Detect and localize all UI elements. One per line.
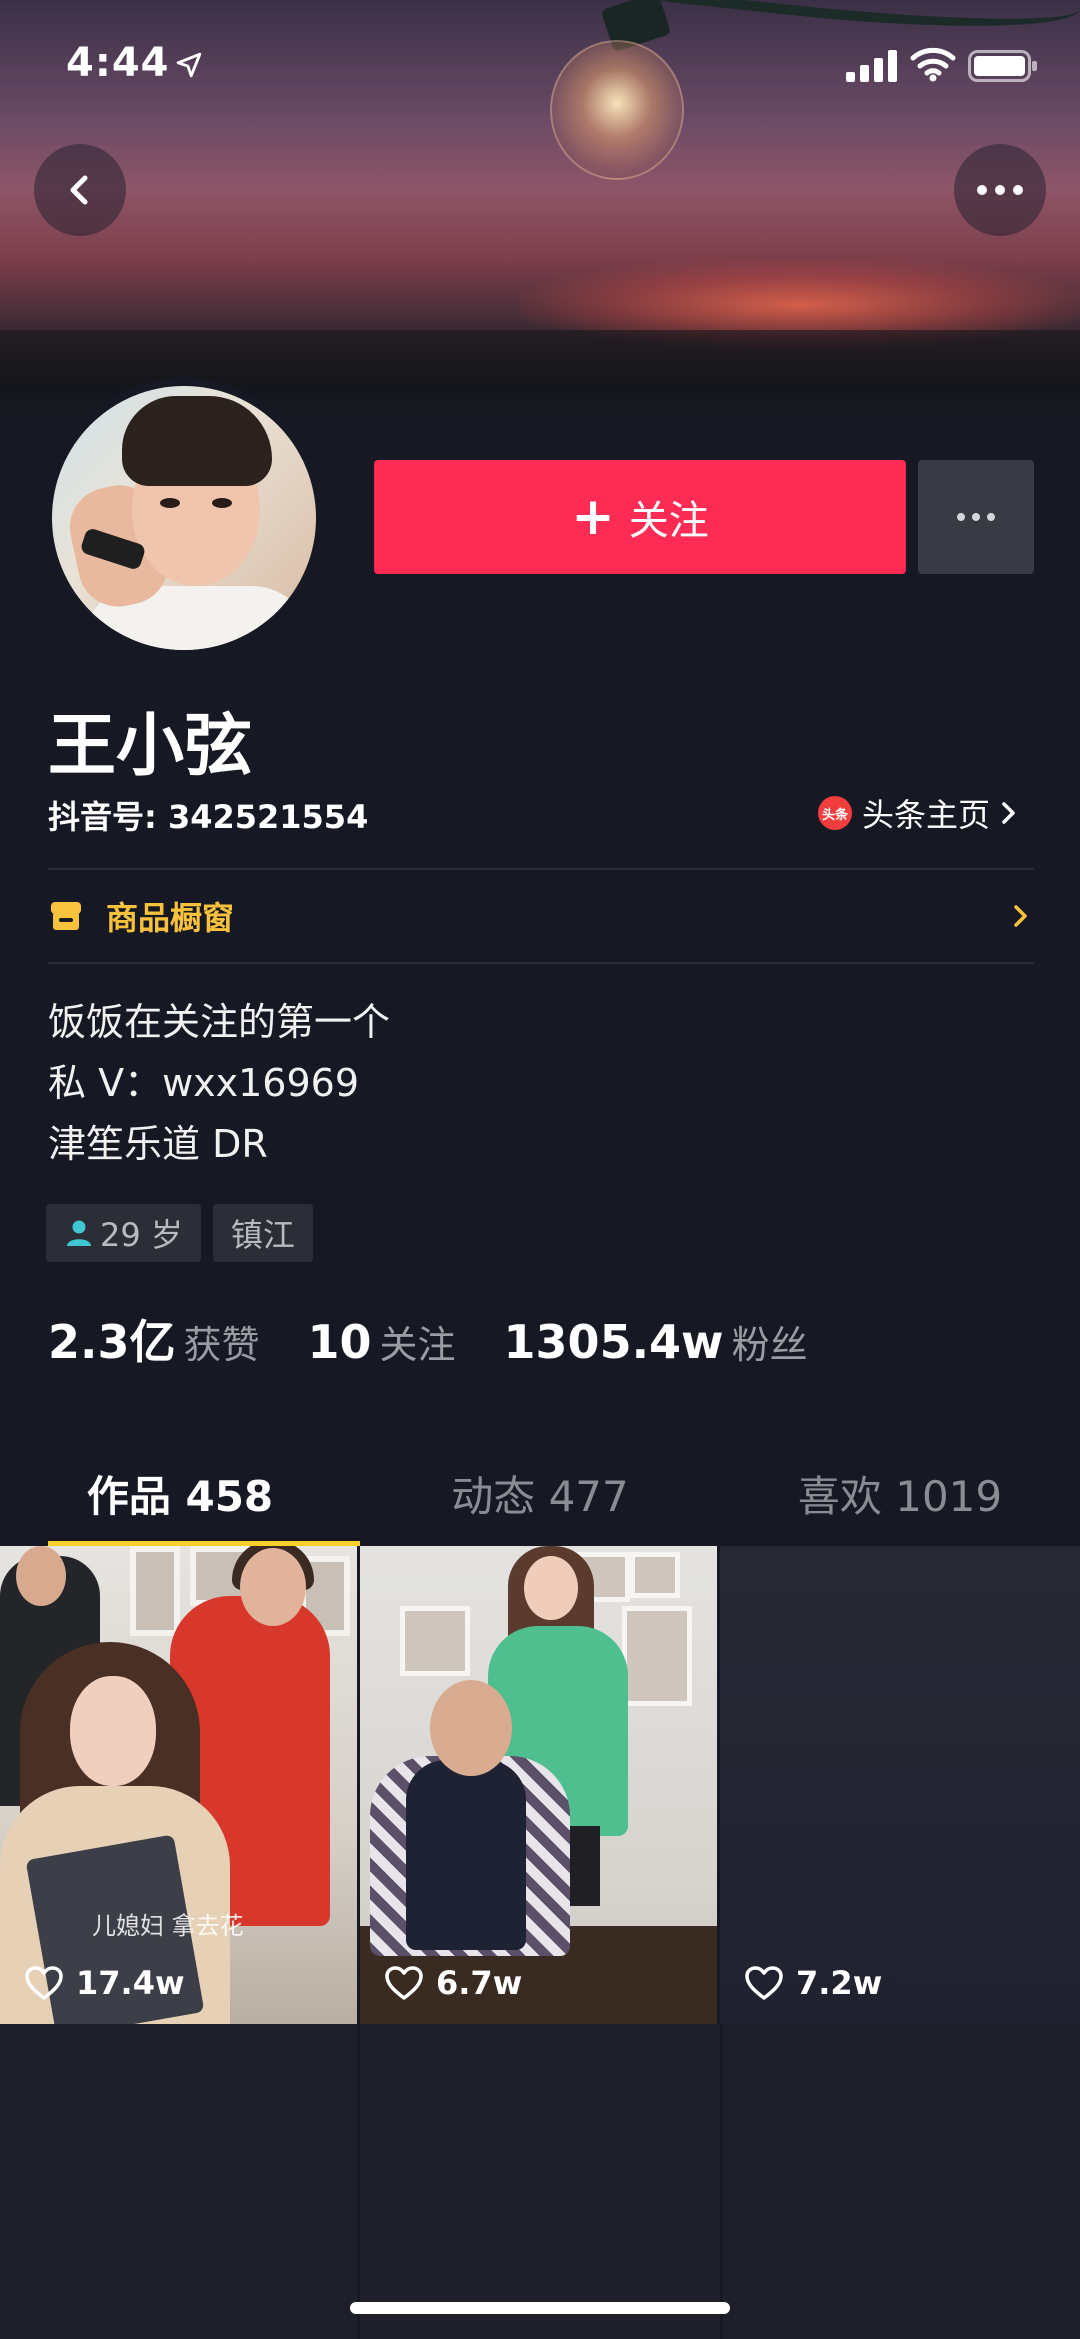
likes-count: 2.3亿 xyxy=(48,1315,176,1369)
grid-divider xyxy=(720,2024,723,2339)
video-thumbnail[interactable]: 儿媳妇 拿去花 17.4w xyxy=(0,1546,360,2024)
video-caption: 儿媳妇 拿去花 xyxy=(92,1912,244,1940)
video-likes: 17.4w xyxy=(24,1964,185,2002)
heart-icon xyxy=(25,1966,63,2000)
chevron-right-icon xyxy=(1014,905,1027,927)
followers-label[interactable]: 粉丝 xyxy=(732,1314,808,1369)
toutiao-icon: 头条 xyxy=(818,796,852,830)
status-time: 4:44 xyxy=(66,40,170,86)
following-count[interactable]: 10 xyxy=(308,1315,372,1369)
video-likes: 6.7w xyxy=(384,1964,522,2002)
status-bar: 4:44 xyxy=(0,0,1080,130)
battery-icon xyxy=(968,50,1037,82)
avatar[interactable] xyxy=(44,378,324,658)
avatar-photo xyxy=(52,386,316,650)
divider xyxy=(48,868,1034,870)
likes-label: 获赞 xyxy=(183,1323,260,1367)
follow-button[interactable]: + 关注 xyxy=(374,460,906,574)
shop-window-label: 商品橱窗 xyxy=(106,899,235,937)
bio-line: 私 V：wxx16969 xyxy=(48,1061,360,1105)
followers-count[interactable]: 1305.4w xyxy=(504,1315,724,1369)
douyin-id: 抖音号: 342521554 xyxy=(48,798,369,836)
bio-line: 饭饭在关注的第一个 xyxy=(48,1000,391,1044)
profile-tags: 29 岁 镇江 xyxy=(46,1204,313,1262)
video-thumbnail[interactable]: 6.7w xyxy=(360,1546,720,2024)
tab-posts[interactable]: 动态 477 xyxy=(360,1440,720,1546)
profile-stats: 2.3亿 获赞 10 关注 1305.4w 粉丝 xyxy=(48,1306,856,1372)
city-tag: 镇江 xyxy=(212,1204,313,1262)
chevron-right-icon xyxy=(1002,802,1015,824)
chevron-left-icon xyxy=(70,175,88,205)
more-options-button[interactable] xyxy=(954,144,1046,236)
bio: 饭饭在关注的第一个 私 V：wxx16969 津笙乐道 DR xyxy=(48,992,390,1175)
divider xyxy=(48,962,1034,964)
age-tag: 29 岁 xyxy=(46,1204,201,1262)
more-dots-icon xyxy=(957,513,995,521)
plus-icon: + xyxy=(571,487,615,547)
tab-likes[interactable]: 喜欢 1019 xyxy=(720,1440,1080,1546)
heart-icon xyxy=(745,1966,783,2000)
content-tabs: 作品 458 动态 477 喜欢 1019 xyxy=(0,1440,1080,1546)
age-label: 29 岁 xyxy=(100,1216,183,1254)
follow-more-button[interactable] xyxy=(918,460,1034,574)
video-thumbnail[interactable]: 7.2w xyxy=(720,1546,1080,2024)
more-dots-icon xyxy=(977,185,1023,195)
tab-works[interactable]: 作品 458 xyxy=(0,1440,360,1546)
person-icon xyxy=(67,1220,91,1246)
home-indicator[interactable] xyxy=(350,2302,730,2314)
video-likes-count: 7.2w xyxy=(796,1964,883,2002)
wifi-icon xyxy=(910,47,956,82)
back-button[interactable] xyxy=(34,144,126,236)
toutiao-label: 头条主页 xyxy=(862,796,991,834)
storefront-icon xyxy=(51,902,81,930)
toutiao-homepage-link[interactable]: 头条 头条主页 xyxy=(818,790,1018,836)
follow-label: 关注 xyxy=(628,498,709,544)
profile-name: 王小弦 xyxy=(48,707,253,786)
shop-window-row[interactable]: 商品橱窗 xyxy=(48,880,1034,952)
cellular-signal-icon xyxy=(846,50,897,82)
following-label[interactable]: 关注 xyxy=(380,1314,456,1369)
grid-divider xyxy=(357,2024,360,2339)
heart-icon xyxy=(385,1966,423,2000)
video-likes-count: 17.4w xyxy=(76,1964,185,2002)
location-arrow-icon xyxy=(176,52,202,78)
video-likes-count: 6.7w xyxy=(436,1964,523,2002)
bio-line: 津笙乐道 DR xyxy=(48,1122,268,1166)
video-likes: 7.2w xyxy=(744,1964,882,2002)
city-label: 镇江 xyxy=(230,1216,295,1254)
video-grid: 儿媳妇 拿去花 17.4w 6.7w 7.2w xyxy=(0,1546,1080,2339)
